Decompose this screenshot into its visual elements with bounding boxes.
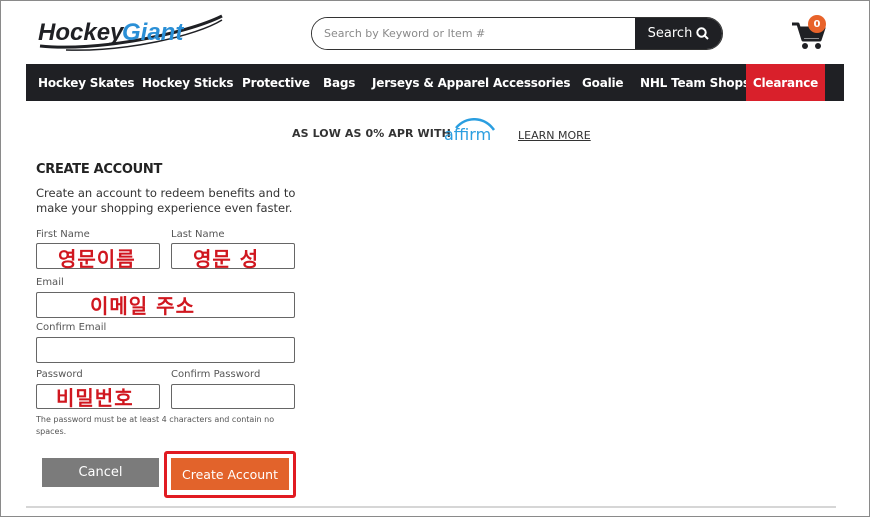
nav-item-hockey-skates[interactable]: Hockey Skates: [38, 64, 135, 101]
learn-more-link[interactable]: LEARN MORE: [518, 129, 591, 142]
last-name-input[interactable]: [172, 244, 294, 268]
password-field[interactable]: [36, 384, 160, 409]
search-button[interactable]: Search: [635, 18, 722, 49]
logo-text-hockey: Hockey: [38, 19, 125, 46]
nav-item-clearance[interactable]: Clearance: [746, 64, 825, 101]
last-name-field[interactable]: [171, 243, 295, 269]
cart-count-badge: 0: [808, 15, 826, 33]
nav-item-accessories[interactable]: Accessories: [493, 64, 570, 101]
form-title: CREATE ACCOUNT: [36, 162, 163, 177]
first-name-label: First Name: [36, 229, 90, 240]
confirm-password-field[interactable]: [171, 384, 295, 409]
email-input[interactable]: [37, 293, 294, 317]
hockeygiant-logo[interactable]: Hockey Giant: [36, 12, 226, 54]
promo-text: AS LOW AS 0% APR WITH: [292, 126, 451, 140]
search-bar: Search: [311, 17, 723, 50]
confirm-email-label: Confirm Email: [36, 322, 107, 333]
promo-banner: AS LOW AS 0% APR WITH: [292, 118, 451, 148]
first-name-field[interactable]: [36, 243, 160, 269]
affirm-logo-text: affirm: [444, 125, 491, 144]
search-icon: [696, 27, 710, 40]
first-name-input[interactable]: [37, 244, 159, 268]
confirm-email-field[interactable]: [36, 337, 295, 363]
search-button-label: Search: [647, 26, 693, 41]
nav-item-nhl-team-shops[interactable]: NHL Team Shops: [640, 64, 750, 101]
password-label: Password: [36, 369, 83, 380]
affirm-logo: affirm: [444, 118, 496, 144]
search-input[interactable]: [312, 18, 635, 49]
cancel-button[interactable]: Cancel: [42, 458, 159, 487]
form-description: Create an account to redeem benefits and…: [36, 186, 296, 215]
main-nav: Hockey Skates Hockey Sticks Protective B…: [26, 64, 844, 101]
last-name-label: Last Name: [171, 229, 225, 240]
confirm-email-input[interactable]: [37, 338, 294, 362]
nav-item-bags[interactable]: Bags: [323, 64, 355, 101]
nav-item-hockey-sticks[interactable]: Hockey Sticks: [142, 64, 234, 101]
email-label: Email: [36, 277, 64, 288]
confirm-password-input[interactable]: [172, 385, 294, 408]
email-field[interactable]: [36, 292, 295, 318]
nav-item-protective[interactable]: Protective: [242, 64, 310, 101]
confirm-password-label: Confirm Password: [171, 369, 261, 380]
password-input[interactable]: [37, 385, 159, 408]
nav-item-jerseys-apparel[interactable]: Jerseys & Apparel: [372, 64, 489, 101]
nav-item-goalie[interactable]: Goalie: [582, 64, 624, 101]
logo-text-giant: Giant: [122, 19, 184, 46]
footer-divider: [26, 506, 836, 508]
create-account-button[interactable]: Create Account: [171, 458, 289, 490]
password-hint: The password must be at least 4 characte…: [36, 415, 275, 436]
